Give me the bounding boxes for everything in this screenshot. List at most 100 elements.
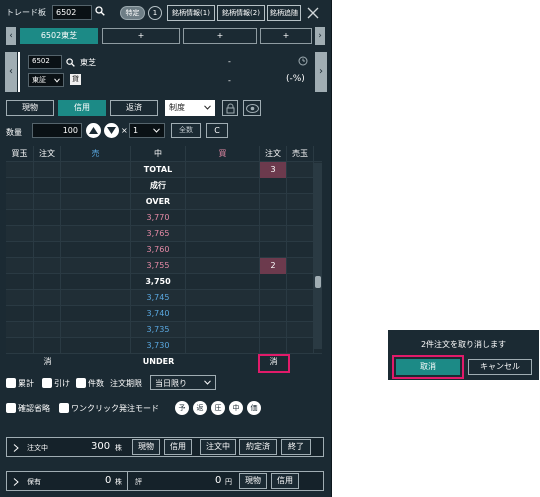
skip-confirm-checkbox[interactable]	[6, 403, 16, 413]
quantity-up-button[interactable]	[86, 123, 101, 138]
tab-add-2[interactable]: +	[183, 28, 257, 44]
tab-scroll-left-button[interactable]: ‹	[6, 27, 16, 45]
chevron-right-icon[interactable]	[13, 444, 19, 452]
order-bar-genbutsu-button[interactable]: 現物	[132, 439, 160, 455]
board-scroll-thumb[interactable]	[315, 276, 321, 288]
market-select[interactable]: 東証	[28, 73, 64, 87]
buy-order-cell[interactable]	[260, 306, 287, 322]
mode-naka-button[interactable]: 中	[229, 401, 243, 415]
sell-qty-cell	[61, 242, 131, 258]
sell-order-cell[interactable]	[34, 242, 61, 258]
buy-order-cell[interactable]: 3	[260, 162, 287, 178]
price-cell: TOTAL	[131, 162, 186, 178]
quantity-input[interactable]: 100	[32, 123, 82, 138]
mode-atsu-button[interactable]: 圧	[211, 401, 225, 415]
buy-position-cell	[6, 242, 34, 258]
mode-hen-button[interactable]: 返	[193, 401, 207, 415]
holding-bar-shinyo-button[interactable]: 信用	[271, 473, 299, 489]
price-cell: 成行	[131, 178, 186, 194]
search-icon[interactable]	[66, 58, 75, 67]
buy-order-cell[interactable]	[260, 322, 287, 338]
buy-order-cell[interactable]	[260, 210, 287, 226]
buy-order-cell[interactable]	[260, 338, 287, 354]
tab-scroll-right-button[interactable]: ›	[315, 27, 325, 45]
chevron-right-icon[interactable]	[13, 478, 19, 486]
buy-position-cell	[6, 274, 34, 290]
clear-button[interactable]: C	[206, 123, 228, 138]
close-icon[interactable]	[306, 6, 320, 20]
order-type-shinyo[interactable]: 信用	[58, 100, 106, 116]
board-rows: TOTAL 3 成行 OVER 3,770 3,765 3,760 3,755 2 3,750 3,…	[6, 162, 322, 354]
order-bar-finished-button[interactable]: 終了	[281, 439, 311, 455]
tab-add-3[interactable]: +	[260, 28, 312, 44]
view-toggle-button[interactable]	[243, 100, 261, 116]
sell-order-cell[interactable]	[34, 290, 61, 306]
one-click-checkbox[interactable]	[59, 403, 69, 413]
holding-bar-genbutsu-button[interactable]: 現物	[239, 473, 267, 489]
dialog-cancel-button[interactable]: キャンセル	[468, 359, 532, 375]
tokutei-badge[interactable]: 特定	[120, 6, 145, 20]
confirm-cancel-button[interactable]: 取消	[396, 359, 460, 375]
board-row: 3,765	[6, 226, 322, 242]
sell-order-cell[interactable]	[34, 338, 61, 354]
sell-cancel-all-button[interactable]: 消	[34, 354, 61, 370]
unit-select[interactable]: 1	[129, 123, 165, 138]
quantity-down-button[interactable]	[104, 123, 119, 138]
stock-info-2-button[interactable]: 銘柄情報(2)	[217, 5, 265, 21]
lock-button[interactable]	[222, 100, 238, 116]
sell-position-cell	[287, 178, 314, 194]
order-count: 300	[91, 441, 111, 452]
skip-confirm-label: 確認省略	[18, 404, 50, 413]
expiry-select[interactable]: 当日限り	[150, 375, 216, 390]
order-type-genbutsu[interactable]: 現物	[6, 100, 54, 116]
seido-select[interactable]: 制度	[165, 100, 215, 116]
sell-order-cell[interactable]	[34, 274, 61, 290]
sell-order-cell[interactable]	[34, 306, 61, 322]
mode-yo-button[interactable]: 予	[175, 401, 189, 415]
search-icon[interactable]	[95, 6, 105, 16]
next-stock-button[interactable]: ›	[315, 52, 327, 92]
closing-checkbox[interactable]	[42, 378, 52, 388]
buy-order-cell[interactable]	[260, 226, 287, 242]
sell-position-cell	[287, 322, 314, 338]
order-bar-label: 注文中	[27, 444, 48, 452]
buy-order-cell[interactable]	[260, 178, 287, 194]
buy-order-cell[interactable]: 2	[260, 258, 287, 274]
number-badge[interactable]: 1	[148, 6, 162, 20]
count-checkbox[interactable]	[76, 378, 86, 388]
sell-order-cell[interactable]	[34, 226, 61, 242]
buy-qty-cell	[186, 178, 260, 194]
sell-position-cell	[287, 194, 314, 210]
stock-info-1-button[interactable]: 銘柄情報(1)	[167, 5, 215, 21]
order-type-hensai[interactable]: 返済	[110, 100, 158, 116]
sell-order-cell[interactable]	[34, 258, 61, 274]
buy-order-cell[interactable]	[260, 290, 287, 306]
sell-order-cell[interactable]	[34, 210, 61, 226]
sell-order-cell[interactable]	[34, 178, 61, 194]
buy-qty-cell	[186, 274, 260, 290]
all-quantity-button[interactable]: 全数	[171, 123, 201, 138]
buy-qty-cell	[186, 242, 260, 258]
sell-order-cell[interactable]	[34, 194, 61, 210]
cumulative-checkbox[interactable]	[6, 378, 16, 388]
sell-order-cell[interactable]	[34, 162, 61, 178]
sell-qty-cell	[61, 210, 131, 226]
prev-stock-button[interactable]: ‹	[5, 52, 17, 92]
mode-ka-button[interactable]: 価	[247, 401, 261, 415]
unit-value: 1	[133, 126, 139, 135]
order-bar-shinyo-button[interactable]: 信用	[164, 439, 192, 455]
stock-follow-button[interactable]: 銘柄追随	[267, 5, 301, 21]
sell-order-cell[interactable]	[34, 322, 61, 338]
board-scrollbar[interactable]	[314, 163, 322, 349]
stock-code-field[interactable]: 6502	[28, 55, 62, 69]
board-row: 3,735	[6, 322, 322, 338]
stock-code-input[interactable]: 6502	[52, 5, 92, 20]
buy-order-cell[interactable]	[260, 194, 287, 210]
tab-add-1[interactable]: +	[102, 28, 180, 44]
buy-order-cell[interactable]	[260, 242, 287, 258]
order-bar-executed-button[interactable]: 約定済	[239, 439, 277, 455]
sell-position-cell	[287, 226, 314, 242]
order-bar-pending-button[interactable]: 注文中	[200, 439, 236, 455]
buy-order-cell[interactable]	[260, 274, 287, 290]
tab-6502[interactable]: 6502東芝	[20, 28, 98, 44]
